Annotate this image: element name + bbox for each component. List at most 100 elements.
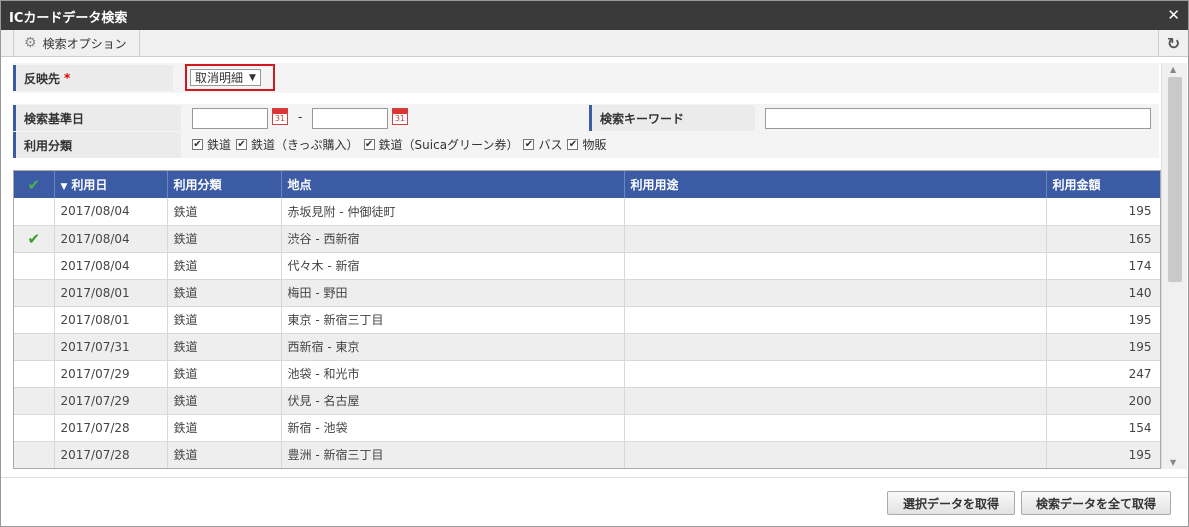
checkbox[interactable]: ✔	[236, 139, 248, 150]
target-row: 反映先 * 取消明細 ▼	[13, 63, 1159, 93]
column-header-amount[interactable]: 利用金額	[1046, 171, 1160, 198]
keyword-label: 検索キーワード	[589, 105, 755, 131]
category-option[interactable]: ✔ 鉄道（きっぷ購入）	[236, 136, 359, 153]
refresh-icon[interactable]: ↻	[1158, 30, 1188, 56]
date-cell: 2017/08/01	[54, 279, 168, 307]
row-check-cell[interactable]	[14, 198, 55, 226]
vertical-scrollbar[interactable]: ▲ ▼	[1161, 63, 1187, 469]
row-check-cell[interactable]	[14, 252, 55, 280]
date-from-input[interactable]	[192, 108, 268, 129]
place-cell: 代々木 - 新宿	[281, 252, 625, 280]
target-select[interactable]: 取消明細 ▼	[190, 69, 261, 86]
gear-icon: ⚙	[24, 35, 37, 51]
table-row[interactable]: 2017/08/04 鉄道 赤坂見附 - 仲御徒町 195	[14, 198, 1160, 226]
calendar-icon[interactable]: 31	[392, 108, 408, 125]
keyword-input[interactable]	[765, 108, 1151, 129]
column-header-place[interactable]: 地点	[281, 171, 625, 198]
place-cell: 新宿 - 池袋	[281, 414, 625, 442]
checkbox[interactable]: ✔	[192, 139, 203, 150]
scroll-up-icon[interactable]: ▲	[1170, 65, 1176, 74]
search-options-button[interactable]: ⚙ 検索オプション	[13, 30, 140, 56]
category-cell: 鉄道	[167, 414, 282, 442]
date-keyword-row: 検索基準日 31 - 31 検索キーワード	[13, 104, 1159, 132]
amount-cell: 195	[1046, 333, 1160, 361]
target-label-text: 反映先	[24, 71, 61, 86]
category-cell: 鉄道	[167, 306, 282, 334]
purpose-cell	[624, 441, 1047, 468]
date-to-input[interactable]	[312, 108, 388, 129]
row-check-cell[interactable]	[14, 333, 55, 361]
category-option[interactable]: ✔ 物販	[567, 136, 607, 153]
row-check-cell[interactable]	[14, 387, 55, 415]
category-label-text: 利用分類	[24, 138, 73, 153]
required-mark: *	[64, 71, 71, 85]
target-select-value: 取消明細	[195, 71, 244, 85]
sort-desc-icon: ▼	[60, 182, 68, 192]
place-cell: 渋谷 - 西新宿	[281, 225, 625, 253]
column-header-purpose[interactable]: 利用用途	[624, 171, 1047, 198]
category-option[interactable]: ✔ 鉄道（Suicaグリーン券）	[363, 136, 518, 153]
category-option[interactable]: ✔ バス	[523, 136, 562, 153]
get-selected-button[interactable]: 選択データを取得	[887, 491, 1015, 515]
results-table: ✔ ▼ 利用日 利用分類 地点 利用用途 利用金額 2017/08/04 鉄道 赤坂見…	[14, 171, 1160, 468]
date-cell: 2017/07/28	[54, 441, 168, 468]
target-label: 反映先 *	[13, 65, 173, 91]
row-check-cell[interactable]: ✔	[14, 225, 55, 253]
table-row[interactable]: 2017/08/01 鉄道 東京 - 新宿三丁目 195	[14, 306, 1160, 334]
row-check-cell[interactable]	[14, 306, 55, 334]
place-cell: 梅田 - 野田	[281, 279, 625, 307]
scrollbar-thumb[interactable]	[1168, 77, 1182, 282]
category-cell: 鉄道	[167, 198, 282, 226]
select-all-header[interactable]: ✔	[14, 171, 55, 198]
checkbox[interactable]: ✔	[567, 139, 579, 150]
table-row[interactable]: 2017/07/28 鉄道 豊洲 - 新宿三丁目 195	[14, 441, 1160, 468]
purpose-cell	[624, 279, 1047, 307]
place-cell: 池袋 - 和光市	[281, 360, 625, 388]
checkbox[interactable]: ✔	[363, 139, 375, 150]
keyword-label-text: 検索キーワード	[600, 111, 685, 126]
table-row[interactable]: 2017/07/29 鉄道 池袋 - 和光市 247	[14, 360, 1160, 388]
table-row[interactable]: 2017/08/04 鉄道 代々木 - 新宿 174	[14, 252, 1160, 280]
purpose-cell	[624, 252, 1047, 280]
table-row[interactable]: 2017/07/29 鉄道 伏見 - 名古屋 200	[14, 387, 1160, 415]
get-all-button[interactable]: 検索データを全て取得	[1021, 491, 1171, 515]
row-check-cell[interactable]	[14, 414, 55, 442]
place-cell: 豊洲 - 新宿三丁目	[281, 441, 625, 468]
amount-cell: 195	[1046, 198, 1160, 226]
category-option-label: バス	[538, 138, 563, 152]
purpose-cell	[624, 414, 1047, 442]
place-cell: 東京 - 新宿三丁目	[281, 306, 625, 334]
close-icon[interactable]: ✕	[1167, 6, 1180, 24]
target-highlight: 取消明細 ▼	[185, 64, 275, 91]
purpose-cell	[624, 306, 1047, 334]
amount-cell: 154	[1046, 414, 1160, 442]
row-check-cell[interactable]	[14, 360, 55, 388]
table-row[interactable]: 2017/08/01 鉄道 梅田 - 野田 140	[14, 279, 1160, 307]
category-row: 利用分類 ✔ 鉄道 ✔ 鉄道（きっぷ購入） ✔ 鉄道（Suicaグリーン券） ✔ バス …	[13, 132, 1159, 158]
category-option[interactable]: ✔ 鉄道	[192, 136, 231, 153]
category-cell: 鉄道	[167, 252, 282, 280]
window-title: ICカードデータ検索	[9, 11, 128, 26]
row-check-cell[interactable]	[14, 441, 55, 468]
category-checkboxes: ✔ 鉄道 ✔ 鉄道（きっぷ購入） ✔ 鉄道（Suicaグリーン券） ✔ バス ✔ 物販	[192, 136, 609, 153]
category-cell: 鉄道	[167, 360, 282, 388]
column-header-date[interactable]: ▼ 利用日	[54, 171, 168, 198]
title-bar: ICカードデータ検索 ✕	[1, 1, 1188, 30]
calendar-icon[interactable]: 31	[272, 108, 288, 125]
table-row[interactable]: ✔ 2017/08/04 鉄道 渋谷 - 西新宿 165	[14, 225, 1160, 253]
scroll-down-icon[interactable]: ▼	[1170, 458, 1176, 467]
category-option-label: 物販	[582, 138, 607, 152]
date-label-text: 検索基準日	[24, 111, 85, 126]
header-row: ✔ ▼ 利用日 利用分類 地点 利用用途 利用金額	[14, 171, 1160, 198]
table-row[interactable]: 2017/07/31 鉄道 西新宿 - 東京 195	[14, 333, 1160, 361]
row-check-cell[interactable]	[14, 279, 55, 307]
checkbox[interactable]: ✔	[523, 139, 535, 150]
table-row[interactable]: 2017/07/28 鉄道 新宿 - 池袋 154	[14, 414, 1160, 442]
category-cell: 鉄道	[167, 387, 282, 415]
date-cell: 2017/08/04	[54, 198, 168, 226]
column-header-category[interactable]: 利用分類	[167, 171, 282, 198]
amount-cell: 174	[1046, 252, 1160, 280]
dialog-footer: 選択データを取得 検索データを全て取得	[1, 477, 1188, 526]
date-label: 検索基準日	[13, 105, 181, 131]
date-cell: 2017/07/29	[54, 387, 168, 415]
